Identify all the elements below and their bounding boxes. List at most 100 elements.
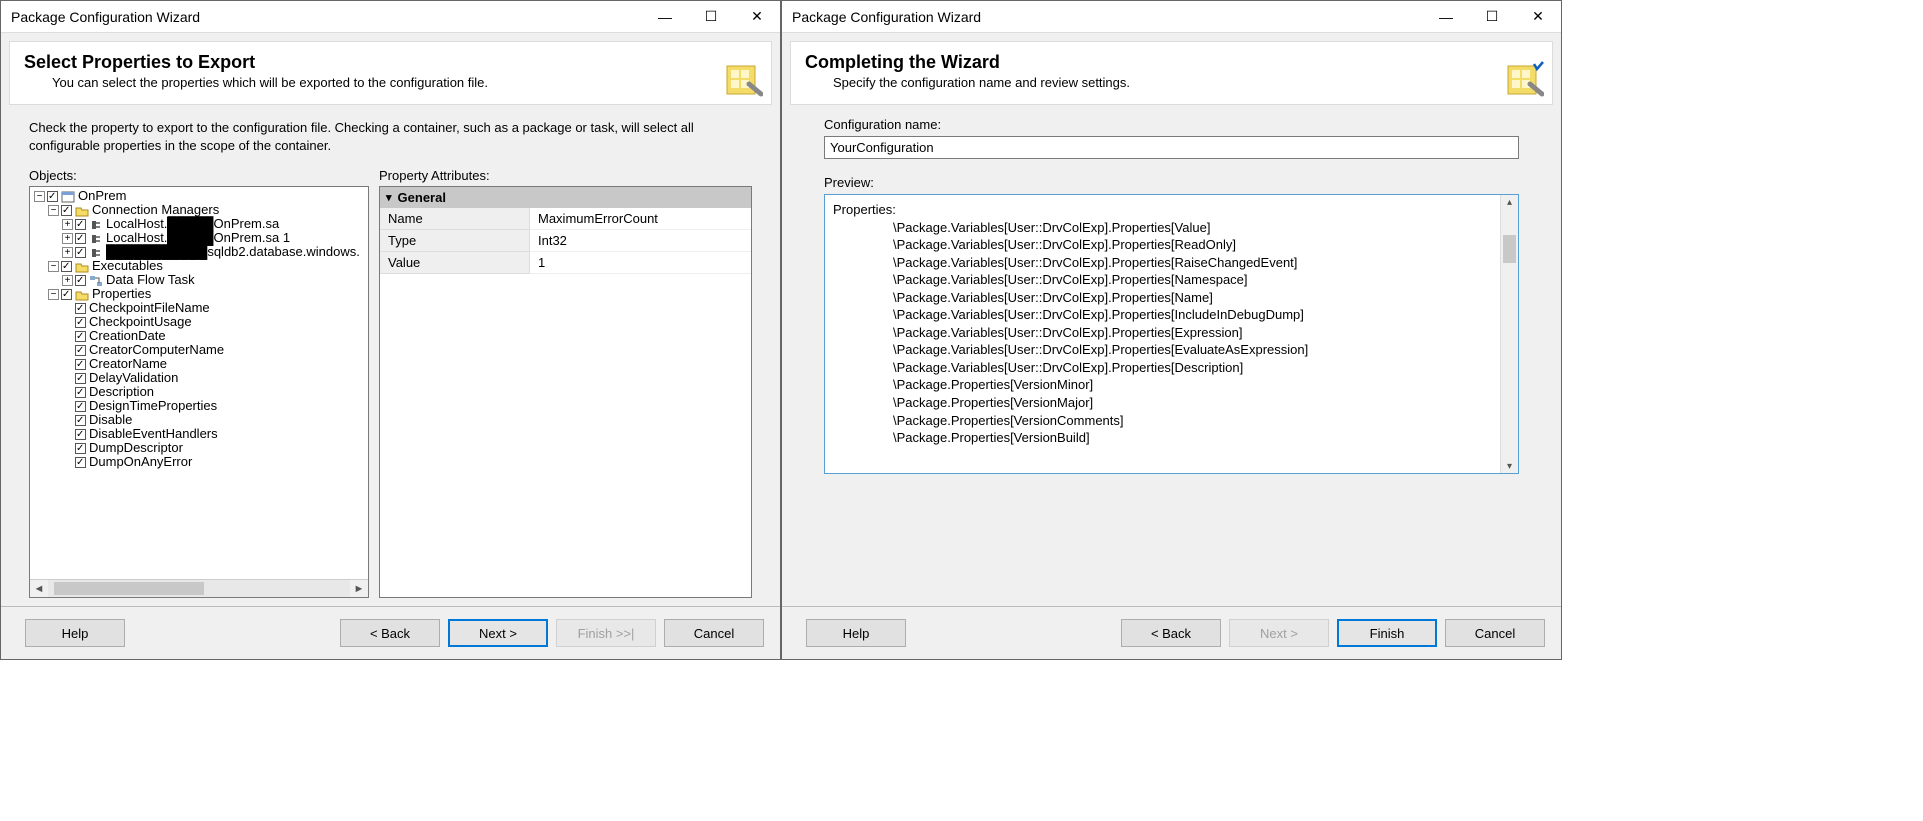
help-button[interactable]: Help xyxy=(25,619,125,647)
tree-node[interactable]: +LocalHost.█████OnPrem.sa xyxy=(30,217,368,231)
checkbox[interactable] xyxy=(75,331,86,342)
back-button[interactable]: < Back xyxy=(1121,619,1221,647)
checkbox[interactable] xyxy=(61,261,72,272)
expand-toggle-icon[interactable]: + xyxy=(62,275,73,286)
tree-node[interactable]: −DumpOnAnyError xyxy=(30,455,368,469)
maximize-icon[interactable]: ☐ xyxy=(688,1,734,32)
cancel-button[interactable]: Cancel xyxy=(1445,619,1545,647)
attr-row[interactable]: Value1 xyxy=(380,252,751,274)
minimize-icon[interactable]: — xyxy=(1423,1,1469,32)
folder-icon xyxy=(75,205,89,217)
attr-value[interactable]: Int32 xyxy=(530,230,751,252)
tree-node[interactable]: −Connection Managers xyxy=(30,203,368,217)
titlebar[interactable]: Package Configuration Wizard — ☐ ✕ xyxy=(782,1,1561,33)
next-button[interactable]: Next > xyxy=(448,619,548,647)
finish-button[interactable]: Finish xyxy=(1337,619,1437,647)
collapse-toggle-icon[interactable]: − xyxy=(48,261,59,272)
horizontal-scrollbar[interactable]: ◄ ► xyxy=(30,579,368,597)
checkbox[interactable] xyxy=(61,289,72,300)
tree-node[interactable]: +LocalHost.█████OnPrem.sa 1 xyxy=(30,231,368,245)
property-attributes-grid[interactable]: ▾ General NameMaximumErrorCountTypeInt32… xyxy=(379,186,752,598)
tree-node[interactable]: −CreatorName xyxy=(30,357,368,371)
checkbox[interactable] xyxy=(75,247,86,258)
collapse-toggle-icon[interactable]: − xyxy=(34,191,45,202)
tree-node[interactable]: −DisableEventHandlers xyxy=(30,427,368,441)
attr-section-header[interactable]: ▾ General xyxy=(380,187,751,208)
maximize-icon[interactable]: ☐ xyxy=(1469,1,1515,32)
tree-node[interactable]: −Description xyxy=(30,385,368,399)
checkbox[interactable] xyxy=(61,205,72,216)
preview-line: \Package.Variables[User::DrvColExp].Prop… xyxy=(833,359,1510,377)
attr-section-title: General xyxy=(398,190,446,205)
tree-node[interactable]: −CheckpointFileName xyxy=(30,301,368,315)
attr-row[interactable]: NameMaximumErrorCount xyxy=(380,208,751,230)
tree-node[interactable]: −CreatorComputerName xyxy=(30,343,368,357)
help-button[interactable]: Help xyxy=(806,619,906,647)
checkbox[interactable] xyxy=(75,429,86,440)
checkbox[interactable] xyxy=(47,191,58,202)
preview-textarea[interactable]: Properties: \Package.Variables[User::Drv… xyxy=(824,194,1519,474)
scroll-up-icon[interactable]: ▴ xyxy=(1501,195,1518,210)
window-controls: — ☐ ✕ xyxy=(1423,1,1561,32)
close-icon[interactable]: ✕ xyxy=(734,1,780,32)
attr-value[interactable]: 1 xyxy=(530,252,751,274)
tree-node[interactable]: + Data Flow Task xyxy=(30,273,368,287)
checkbox[interactable] xyxy=(75,401,86,412)
tree-node[interactable]: −Properties xyxy=(30,287,368,301)
checkbox[interactable] xyxy=(75,457,86,468)
scrollbar-thumb[interactable] xyxy=(1503,235,1516,263)
preview-line: \Package.Variables[User::DrvColExp].Prop… xyxy=(833,289,1510,307)
scroll-right-icon[interactable]: ► xyxy=(350,583,368,595)
titlebar[interactable]: Package Configuration Wizard — ☐ ✕ xyxy=(1,1,780,33)
connection-icon xyxy=(89,247,103,259)
tree-node[interactable]: −Executables xyxy=(30,259,368,273)
checkbox[interactable] xyxy=(75,303,86,314)
tree-node[interactable]: −CheckpointUsage xyxy=(30,315,368,329)
tree-node[interactable]: −DesignTimeProperties xyxy=(30,399,368,413)
tree-node[interactable]: −DelayValidation xyxy=(30,371,368,385)
objects-tree[interactable]: −OnPrem−Connection Managers+LocalHost.██… xyxy=(29,186,369,598)
scroll-left-icon[interactable]: ◄ xyxy=(30,583,48,595)
wizard-window-select-properties: Package Configuration Wizard — ☐ ✕ Selec… xyxy=(0,0,781,660)
back-button[interactable]: < Back xyxy=(340,619,440,647)
vertical-scrollbar[interactable]: ▴ ▾ xyxy=(1500,195,1518,473)
wizard-window-completing: Package Configuration Wizard — ☐ ✕ Compl… xyxy=(781,0,1562,660)
scroll-down-icon[interactable]: ▾ xyxy=(1501,460,1518,474)
config-name-input[interactable] xyxy=(824,136,1519,159)
tree-label: CreationDate xyxy=(89,328,166,343)
checkbox[interactable] xyxy=(75,219,86,230)
expand-toggle-icon[interactable]: + xyxy=(62,219,73,230)
tree-label: DelayValidation xyxy=(89,370,178,385)
footer-buttons: Help < Back Next > Finish Cancel xyxy=(782,606,1561,659)
attr-row[interactable]: TypeInt32 xyxy=(380,230,751,252)
checkbox[interactable] xyxy=(75,275,86,286)
checkbox[interactable] xyxy=(75,443,86,454)
folder-icon xyxy=(75,261,89,273)
checkbox[interactable] xyxy=(75,415,86,426)
tree-node[interactable]: −DumpDescriptor xyxy=(30,441,368,455)
tree-node[interactable]: −OnPrem xyxy=(30,189,368,203)
checkbox[interactable] xyxy=(75,317,86,328)
tree-label: Data Flow Task xyxy=(106,272,195,287)
collapse-toggle-icon[interactable]: − xyxy=(48,205,59,216)
instruction-text: Check the property to export to the conf… xyxy=(29,119,752,154)
collapse-toggle-icon[interactable]: − xyxy=(48,289,59,300)
tree-node[interactable]: −CreationDate xyxy=(30,329,368,343)
cancel-button[interactable]: Cancel xyxy=(664,619,764,647)
checkbox[interactable] xyxy=(75,373,86,384)
checkbox[interactable] xyxy=(75,387,86,398)
minimize-icon[interactable]: — xyxy=(642,1,688,32)
dataflow-icon xyxy=(89,275,103,287)
chevron-down-icon[interactable]: ▾ xyxy=(386,191,392,204)
tree-label: DumpOnAnyError xyxy=(89,454,192,469)
checkbox[interactable] xyxy=(75,233,86,244)
tree-node[interactable]: +███████████sqldb2.database.windows. xyxy=(30,245,368,259)
tree-node[interactable]: −Disable xyxy=(30,413,368,427)
attr-value[interactable]: MaximumErrorCount xyxy=(530,208,751,230)
scrollbar-thumb[interactable] xyxy=(54,582,204,595)
checkbox[interactable] xyxy=(75,345,86,356)
close-icon[interactable]: ✕ xyxy=(1515,1,1561,32)
expand-toggle-icon[interactable]: + xyxy=(62,247,73,258)
expand-toggle-icon[interactable]: + xyxy=(62,233,73,244)
checkbox[interactable] xyxy=(75,359,86,370)
